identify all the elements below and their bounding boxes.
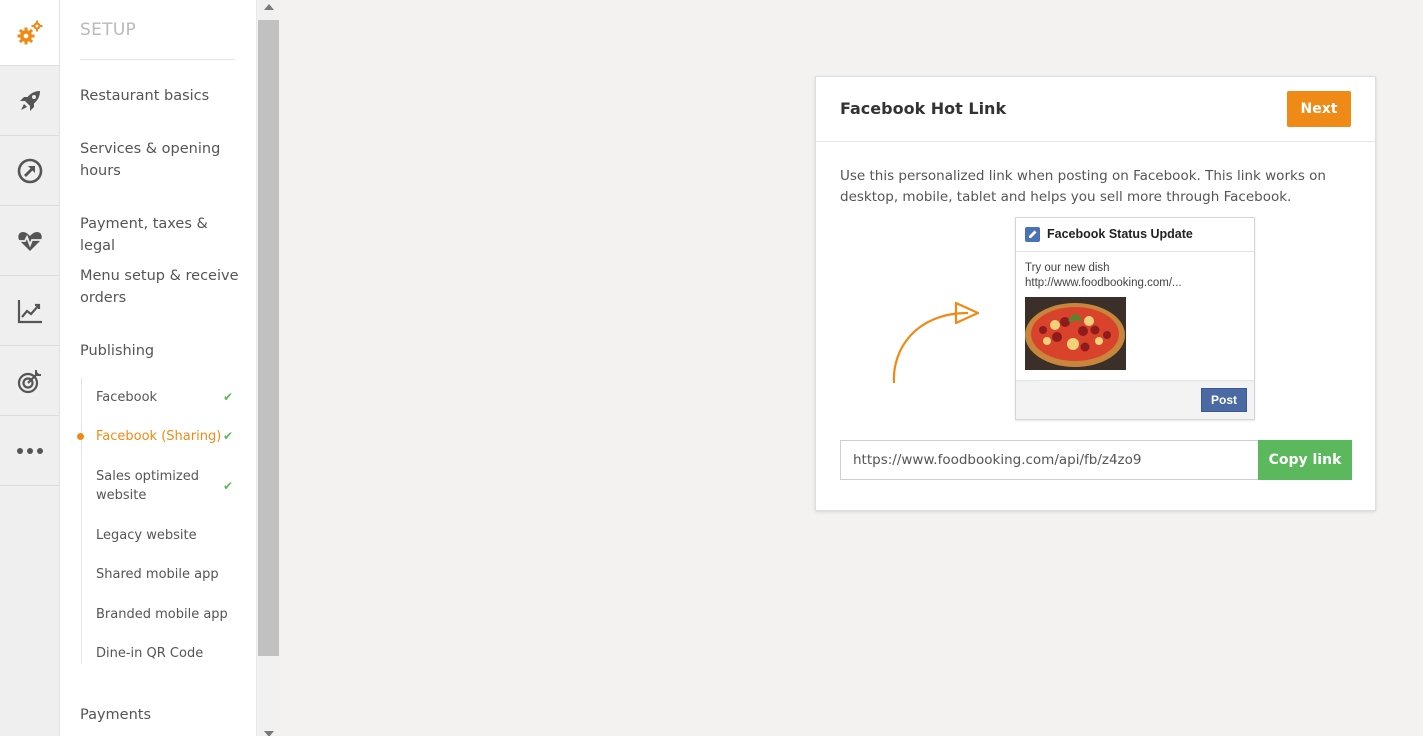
card-description: Use this personalized link when posting … bbox=[840, 168, 1326, 205]
rail-item-reports[interactable] bbox=[0, 276, 59, 346]
more-dots-icon bbox=[16, 446, 44, 456]
check-icon: ✔ bbox=[223, 479, 234, 493]
line-chart-icon bbox=[16, 297, 44, 325]
setup-title: SETUP bbox=[80, 20, 137, 40]
submenu-line bbox=[81, 378, 82, 664]
sidebar-subitem-shared-app[interactable]: Shared mobile app bbox=[96, 565, 231, 584]
link-row: Copy link bbox=[840, 440, 1352, 480]
rail-item-launch[interactable] bbox=[0, 66, 59, 136]
sidebar-item-payment-taxes[interactable]: Payment, taxes & legal bbox=[80, 213, 240, 257]
copy-link-button[interactable]: Copy link bbox=[1258, 440, 1352, 480]
curved-arrow-icon bbox=[892, 301, 980, 384]
fb-preview-line2: http://www.foodbooking.com/... bbox=[1025, 277, 1182, 289]
sidebar-item-publishing[interactable]: Publishing bbox=[80, 340, 240, 362]
sidebar-subitem-legacy-website[interactable]: Legacy website bbox=[96, 526, 231, 545]
scroll-thumb[interactable] bbox=[258, 20, 279, 656]
sidebar-item-restaurant-basics[interactable]: Restaurant basics bbox=[80, 85, 240, 107]
fb-preview-header: Facebook Status Update bbox=[1016, 218, 1254, 252]
hot-link-input[interactable] bbox=[840, 440, 1259, 480]
sidebar-subitem-facebook-sharing[interactable]: Facebook (Sharing) bbox=[96, 427, 231, 446]
scroll-down-arrow-icon[interactable] bbox=[264, 731, 274, 736]
compass-arrow-icon bbox=[16, 157, 44, 185]
divider bbox=[80, 59, 235, 60]
next-button[interactable]: Next bbox=[1287, 91, 1351, 127]
facebook-hot-link-card: Facebook Hot Link Next Use this personal… bbox=[815, 76, 1376, 511]
rocket-icon bbox=[16, 87, 44, 115]
sidebar-item-payments[interactable]: Payments bbox=[80, 704, 240, 726]
rail-item-health[interactable] bbox=[0, 206, 59, 276]
gears-icon bbox=[15, 18, 45, 48]
card-header: Facebook Hot Link Next bbox=[816, 77, 1375, 142]
fb-post-button[interactable]: Post bbox=[1201, 388, 1247, 412]
sidebar-subitem-sales-website[interactable]: Sales optimized website bbox=[96, 467, 231, 505]
target-icon bbox=[16, 367, 44, 395]
pizza-image bbox=[1025, 297, 1126, 370]
icon-rail bbox=[0, 0, 60, 736]
fb-preview-text: Try our new dish http://www.foodbooking.… bbox=[1025, 261, 1182, 291]
sidebar-item-services-hours[interactable]: Services & opening hours bbox=[80, 138, 240, 182]
sidebar-item-menu-setup[interactable]: Menu setup & receive orders bbox=[80, 265, 240, 309]
rail-item-more[interactable] bbox=[0, 416, 59, 486]
rail-item-goals[interactable] bbox=[0, 346, 59, 416]
sidebar-subitem-branded-app[interactable]: Branded mobile app bbox=[96, 605, 231, 624]
heartbeat-icon bbox=[16, 227, 44, 255]
facebook-post-preview: Facebook Status Update Try our new dish … bbox=[1015, 217, 1255, 420]
sidebar-subitem-qr-code[interactable]: Dine-in QR Code bbox=[96, 644, 231, 663]
current-step-dot bbox=[77, 433, 84, 440]
fb-preview-line1: Try our new dish bbox=[1025, 262, 1110, 274]
check-icon: ✔ bbox=[223, 390, 234, 404]
rail-item-setup[interactable] bbox=[0, 0, 59, 66]
sidebar-scrollbar[interactable] bbox=[256, 0, 280, 736]
check-icon: ✔ bbox=[223, 429, 234, 443]
rail-item-marketing[interactable] bbox=[0, 136, 59, 206]
card-title: Facebook Hot Link bbox=[840, 99, 1007, 118]
pencil-icon bbox=[1025, 227, 1040, 242]
sidebar-subitem-facebook[interactable]: Facebook bbox=[96, 388, 231, 407]
fb-preview-title: Facebook Status Update bbox=[1047, 227, 1193, 241]
fb-preview-footer: Post bbox=[1016, 380, 1254, 419]
scroll-up-arrow-icon[interactable] bbox=[264, 4, 274, 10]
setup-sidebar: SETUP Restaurant basics Services & openi… bbox=[60, 0, 256, 736]
